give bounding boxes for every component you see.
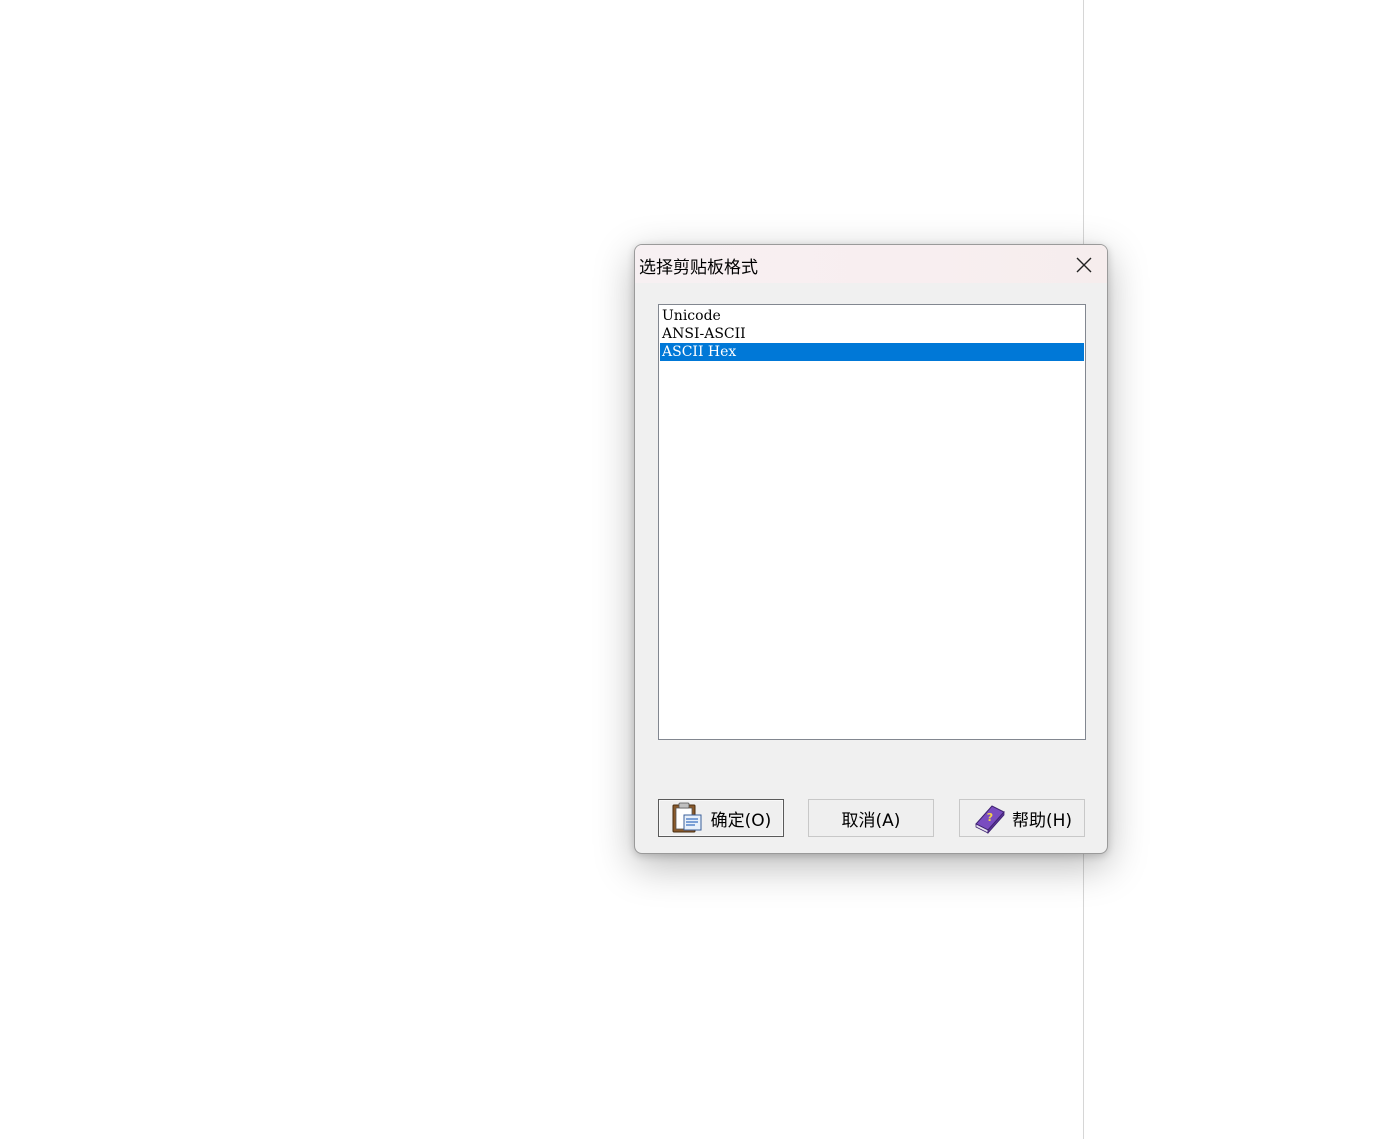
clipboard-icon [671, 802, 705, 834]
ok-button-label: 确定(O) [710, 810, 772, 831]
title-bar: 选择剪贴板格式 [635, 245, 1107, 283]
cancel-button[interactable]: 取消(A) [808, 799, 934, 837]
list-item-unicode[interactable]: Unicode [660, 307, 1084, 325]
help-button-label: 帮助(H) [1011, 810, 1073, 831]
help-book-icon: ? [972, 802, 1006, 835]
help-button[interactable]: ? 帮助(H) [959, 799, 1085, 837]
close-button[interactable] [1067, 249, 1099, 279]
cancel-button-label: 取消(A) [841, 810, 901, 831]
list-item-ansi-ascii[interactable]: ANSI-ASCII [660, 325, 1084, 343]
format-listbox[interactable]: Unicode ANSI-ASCII ASCII Hex [658, 304, 1086, 740]
ok-button[interactable]: 确定(O) [658, 799, 784, 837]
svg-text:?: ? [987, 811, 993, 824]
list-item-ascii-hex[interactable]: ASCII Hex [660, 343, 1084, 361]
dialog-title: 选择剪贴板格式 [639, 258, 758, 278]
close-icon [1076, 257, 1092, 273]
clipboard-format-dialog: 选择剪贴板格式 Unicode ANSI-ASCII ASCII Hex 确定(… [634, 244, 1108, 854]
